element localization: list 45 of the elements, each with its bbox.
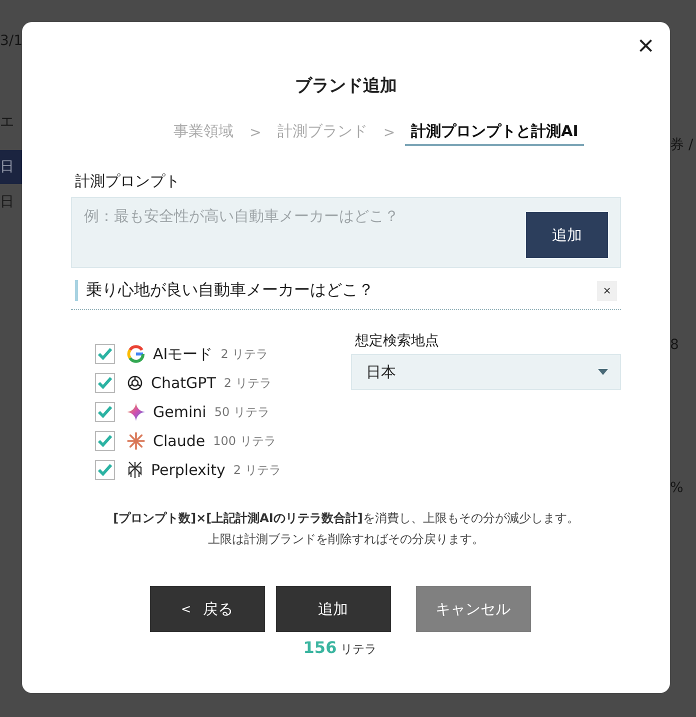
prompt-input-field[interactable]: 例：最も安全性が高い自動車メーカーはどこ？ 追加 [71, 197, 621, 268]
background-text: % [669, 479, 684, 498]
cancel-button[interactable]: キャンセル [416, 586, 530, 632]
starburst-icon [127, 432, 145, 450]
remove-button[interactable]: × [597, 280, 617, 300]
ai-model-name: Perplexity [151, 461, 226, 479]
note-text: 上限は計測ブランドを削除すればその分戻ります。 [208, 531, 484, 548]
dialog-title: ブランド追加 [294, 75, 398, 97]
step-separator: > [250, 124, 262, 140]
ai-model-name: AIモード [153, 344, 213, 364]
checkmark-icon [97, 463, 113, 477]
checkbox[interactable] [95, 431, 115, 451]
ai-model-name: Gemini [153, 403, 206, 421]
checkbox[interactable] [95, 402, 115, 422]
cost-label: 100 リテラ [213, 432, 276, 450]
checkmark-icon [97, 347, 113, 361]
cost-label: 2 リテラ [233, 462, 281, 478]
cost-label: 50 リテラ [214, 404, 270, 420]
location-select[interactable]: 日本 [351, 354, 621, 390]
caret-icon [598, 369, 608, 375]
checkmark-icon [97, 434, 113, 448]
total-value: 156 [303, 638, 337, 657]
close-button[interactable]: × [632, 30, 660, 62]
ai-model-name: Claude [153, 432, 206, 450]
note-text: [プロンプト数]×[上記計測AIのリテラ数合計]を消費し、上限もその分が減少します。 [113, 510, 579, 527]
checkbox[interactable] [95, 460, 115, 480]
back-button[interactable]: < 戻る [150, 586, 264, 632]
checkbox[interactable] [95, 373, 115, 393]
perplexity-logo-icon [127, 461, 143, 479]
prompt-item: 乗り心地が良い自動車メーカーはどこ？ [75, 280, 374, 301]
add-prompt-button[interactable]: 追加 [526, 212, 608, 258]
cost-label: 2 リテラ [224, 374, 272, 392]
total-unit: リテラ [340, 641, 377, 658]
sparkle-icon [127, 403, 145, 421]
step-tab[interactable]: 計測プロンプトと計測AI [405, 119, 584, 146]
g-logo-icon [127, 345, 145, 363]
checkbox[interactable] [95, 344, 115, 364]
checkmark-icon [97, 405, 113, 419]
checkmark-icon [97, 376, 113, 390]
location-label: 想定検索地点 [355, 332, 440, 350]
submit-button[interactable]: 追加 [276, 586, 390, 632]
ai-model-name: ChatGPT [151, 374, 216, 392]
cost-label: 2 リテラ [220, 346, 268, 362]
knot-logo-icon [127, 375, 143, 391]
step-separator: > [383, 124, 396, 140]
